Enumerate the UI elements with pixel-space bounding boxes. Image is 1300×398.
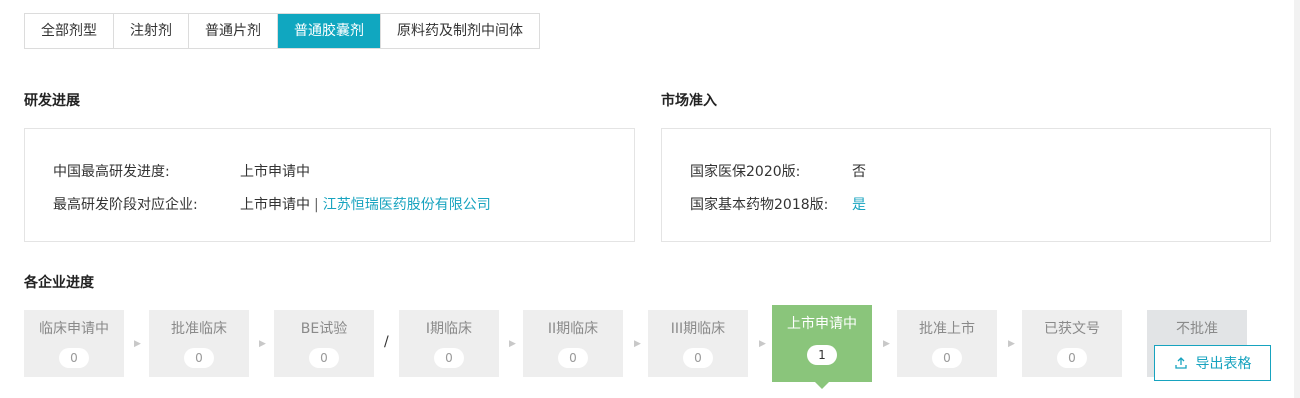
dosage-form-tabs: 全部剂型 注射剂 普通片剂 普通胶囊剂 原料药及制剂中间体 — [24, 13, 540, 49]
upload-icon — [1174, 356, 1188, 370]
active-pointer-icon — [815, 382, 829, 389]
step-clinical-approved[interactable]: 批准临床 0 — [149, 310, 249, 377]
chevron-right-icon: ▶ — [509, 339, 516, 349]
step-name: 上市申请中 — [787, 316, 857, 332]
step-name: 批准上市 — [919, 321, 975, 337]
step-approval-number[interactable]: 已获文号 0 — [1022, 310, 1122, 377]
step-name: III期临床 — [670, 321, 726, 337]
chevron-right-icon: ▶ — [1008, 339, 1015, 349]
step-name: II期临床 — [547, 321, 599, 337]
rd-company-row: 最高研发阶段对应企业: 上市申请中 | 江苏恒瑞医药股份有限公司 — [53, 194, 613, 214]
step-name: BE试验 — [300, 321, 348, 337]
tab-injection[interactable]: 注射剂 — [114, 14, 189, 48]
step-market-approved[interactable]: 批准上市 0 — [897, 310, 997, 377]
step-count: 0 — [558, 348, 588, 368]
company-link[interactable]: 江苏恒瑞医药股份有限公司 — [323, 197, 491, 213]
rd-company-label: 最高研发阶段对应企业: — [53, 197, 198, 213]
slash-separator: / — [384, 334, 389, 350]
essential-drug-label: 国家基本药物2018版: — [690, 197, 829, 213]
rd-highest-stage-value: 上市申请中 — [240, 164, 310, 180]
step-count: 0 — [932, 348, 962, 368]
step-clinical-application[interactable]: 临床申请中 0 — [24, 310, 124, 377]
insurance-row: 国家医保2020版: 否 — [690, 161, 1250, 181]
insurance-value: 否 — [852, 164, 866, 180]
chevron-right-icon: ▶ — [883, 339, 890, 349]
chevron-right-icon: ▶ — [759, 339, 766, 349]
separator: | — [314, 197, 319, 213]
step-name: 批准临床 — [171, 321, 227, 337]
step-count: 1 — [807, 345, 837, 365]
chevron-right-icon: ▶ — [259, 339, 266, 349]
essential-drug-row: 国家基本药物2018版: 是 — [690, 194, 1250, 214]
export-table-button[interactable]: 导出表格 — [1154, 345, 1271, 381]
rd-highest-stage-row: 中国最高研发进度: 上市申请中 — [53, 161, 613, 181]
step-phase-1[interactable]: I期临床 0 — [399, 310, 499, 377]
rd-panel: 中国最高研发进度: 上市申请中 最高研发阶段对应企业: 上市申请中 | 江苏恒瑞医药… — [24, 128, 635, 242]
step-count: 0 — [309, 348, 339, 368]
step-count: 0 — [184, 348, 214, 368]
tab-all-forms[interactable]: 全部剂型 — [25, 14, 114, 48]
market-panel: 国家医保2020版: 否 国家基本药物2018版: 是 — [661, 128, 1271, 242]
step-name: 临床申请中 — [39, 321, 109, 337]
rd-section-title: 研发进展 — [24, 93, 80, 109]
step-count: 0 — [1057, 348, 1087, 368]
chevron-right-icon: ▶ — [134, 339, 141, 349]
step-name: 不批准 — [1176, 321, 1218, 337]
chevron-right-icon: ▶ — [634, 339, 641, 349]
step-phase-2[interactable]: II期临床 0 — [523, 310, 623, 377]
market-section-title: 市场准入 — [661, 93, 717, 109]
rd-company-stage: 上市申请中 — [240, 197, 310, 213]
tab-tablet[interactable]: 普通片剂 — [189, 14, 278, 48]
step-phase-3[interactable]: III期临床 0 — [648, 310, 748, 377]
step-name: 已获文号 — [1044, 321, 1100, 337]
step-market-application[interactable]: 上市申请中 1 — [772, 305, 872, 389]
step-name: I期临床 — [425, 321, 473, 337]
tab-api-intermediates[interactable]: 原料药及制剂中间体 — [381, 14, 539, 48]
progress-section-title: 各企业进度 — [24, 275, 94, 291]
essential-drug-value[interactable]: 是 — [852, 194, 866, 214]
scrollbar[interactable] — [1294, 0, 1300, 398]
step-count: 0 — [434, 348, 464, 368]
rd-highest-stage-label: 中国最高研发进度: — [53, 164, 170, 180]
step-count: 0 — [59, 348, 89, 368]
step-be-trial[interactable]: BE试验 0 — [274, 310, 374, 377]
export-button-label: 导出表格 — [1195, 356, 1252, 372]
tab-capsule[interactable]: 普通胶囊剂 — [278, 14, 381, 48]
step-count: 0 — [683, 348, 713, 368]
insurance-label: 国家医保2020版: — [690, 164, 801, 180]
